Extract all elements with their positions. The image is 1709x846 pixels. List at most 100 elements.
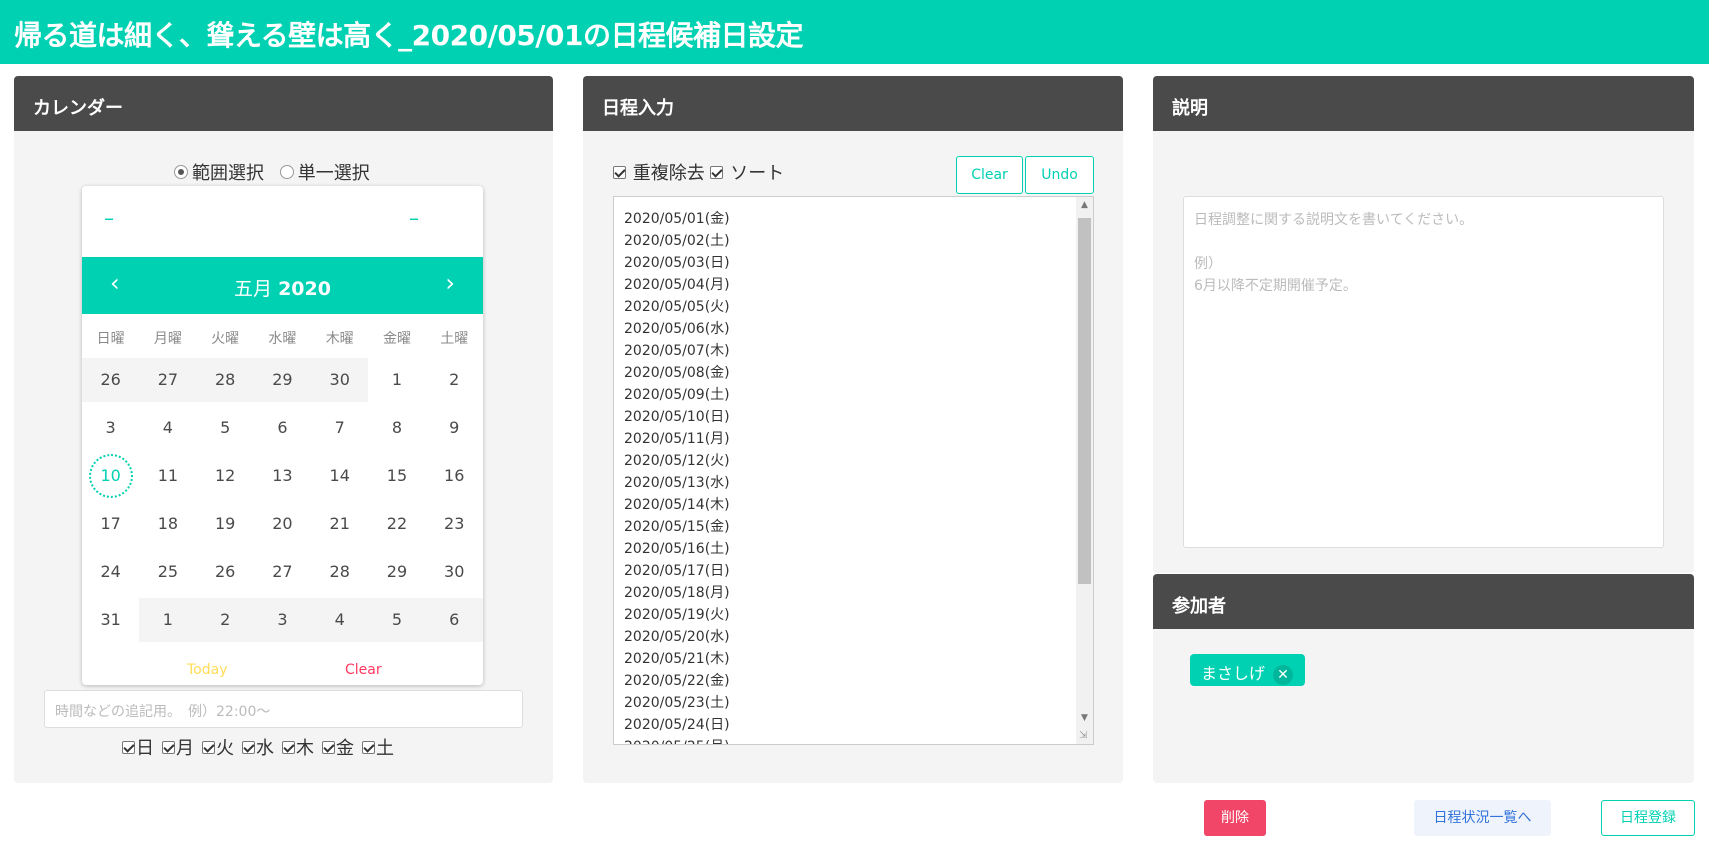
calendar-day[interactable]: 5 xyxy=(368,598,426,642)
date-list-item: 2020/05/24(日) xyxy=(624,717,730,733)
calendar-day[interactable]: 27 xyxy=(254,550,311,594)
weekday-checkbox[interactable] xyxy=(162,740,175,754)
description-textarea[interactable]: 日程調整に関する説明文を書いてください。 例） 6月以降不定期開催予定。 xyxy=(1183,196,1664,548)
range-select-label[interactable]: 範囲選択 xyxy=(192,163,264,184)
date-list-items: 2020/05/01(金) 2020/05/02(土) 2020/05/03(日) 2… xyxy=(624,208,730,744)
weekday-checkbox-label[interactable]: 水 xyxy=(256,738,274,759)
calendar-day[interactable]: 1 xyxy=(368,358,425,402)
calendar-day[interactable]: 2 xyxy=(426,358,483,402)
calendar-day[interactable]: 13 xyxy=(254,454,311,498)
weekday-checkbox-label[interactable]: 金 xyxy=(336,738,354,759)
calendar-day[interactable]: 15 xyxy=(368,454,425,498)
calendar-day[interactable]: 19 xyxy=(197,502,254,546)
calendar-day[interactable]: 2 xyxy=(196,598,254,642)
date-list-item: 2020/05/22(金) xyxy=(624,673,730,689)
calendar-day-today[interactable]: 10 xyxy=(82,454,139,498)
schedule-clear-button[interactable]: Clear xyxy=(956,156,1023,194)
memo-input[interactable]: 時間などの追記用。 例）22:00～ xyxy=(44,690,523,728)
calendar-day[interactable]: 9 xyxy=(426,406,483,450)
calendar-day[interactable]: 31 xyxy=(82,598,139,642)
remove-participant-icon[interactable]: ✕ xyxy=(1273,665,1294,685)
today-button[interactable]: Today xyxy=(187,662,228,678)
calendar-day[interactable]: 22 xyxy=(368,502,425,546)
weekday-checkbox[interactable] xyxy=(122,740,135,754)
description-panel: 説明 日程調整に関する説明文を書いてください。 例） 6月以降不定期開催予定。 xyxy=(1153,76,1694,573)
calendar-day[interactable]: 29 xyxy=(368,550,425,594)
calendar-day[interactable]: 27 xyxy=(139,358,197,402)
sort-checkbox[interactable] xyxy=(710,165,724,179)
calendar-day[interactable]: 3 xyxy=(253,598,312,642)
dedupe-checkbox[interactable] xyxy=(613,165,626,179)
calendar-clear-button[interactable]: Clear xyxy=(345,662,382,678)
delete-button[interactable]: 削除 xyxy=(1204,800,1266,836)
schedule-panel: 日程入力 重複除去 ソート Clear Undo 2020/05/01(金) 20… xyxy=(583,76,1123,783)
dedupe-label[interactable]: 重複除去 xyxy=(633,163,705,184)
calendar-day-number: 26 xyxy=(100,370,121,389)
single-select-label[interactable]: 単一選択 xyxy=(298,163,370,184)
calendar-day[interactable]: 28 xyxy=(311,550,368,594)
scroll-down-icon[interactable]: ▼ xyxy=(1076,710,1093,727)
calendar-day[interactable]: 23 xyxy=(426,502,483,546)
calendar-day[interactable]: 30 xyxy=(426,550,483,594)
calendar-day[interactable]: 25 xyxy=(139,550,196,594)
calendar-day[interactable]: 8 xyxy=(368,406,425,450)
year-label[interactable]: 2020 xyxy=(278,278,331,300)
weekday-checkbox[interactable] xyxy=(322,740,335,754)
range-select-radio[interactable] xyxy=(174,165,188,179)
weekday-checkbox-label[interactable]: 日 xyxy=(136,738,154,759)
calendar-day[interactable]: 18 xyxy=(139,502,196,546)
calendar-day[interactable]: 17 xyxy=(82,502,139,546)
calendar-day[interactable]: 6 xyxy=(254,406,311,450)
register-schedule-button[interactable]: 日程登録 xyxy=(1601,800,1695,836)
date-list-item: 2020/05/03(日) xyxy=(624,255,730,271)
calendar-day[interactable]: 21 xyxy=(311,502,368,546)
sort-label[interactable]: ソート xyxy=(730,163,784,184)
schedule-status-button[interactable]: 日程状況一覧へ xyxy=(1414,800,1551,836)
weekday-checkbox-label[interactable]: 火 xyxy=(216,738,234,759)
calendar-day[interactable]: 26 xyxy=(197,550,254,594)
date-list-textarea[interactable]: 2020/05/01(金) 2020/05/02(土) 2020/05/03(日) 2… xyxy=(613,196,1094,745)
calendar-day[interactable]: 1 xyxy=(139,598,197,642)
scroll-up-icon[interactable]: ▲ xyxy=(1076,197,1093,214)
calendar-day[interactable]: 4 xyxy=(139,406,196,450)
date-list-item: 2020/05/20(水) xyxy=(624,629,730,645)
resize-grip-icon[interactable]: ⇲ xyxy=(1079,730,1091,742)
weekday-checkbox[interactable] xyxy=(282,740,295,754)
weekday-checkbox-label[interactable]: 月 xyxy=(176,738,194,759)
calendar-day-number: 22 xyxy=(386,514,408,533)
calendar-day[interactable]: 6 xyxy=(425,598,483,642)
calendar-day[interactable]: 16 xyxy=(426,454,483,498)
calendar-day[interactable]: 7 xyxy=(311,406,368,450)
calendar-day[interactable]: 11 xyxy=(139,454,196,498)
calendar-day[interactable]: 3 xyxy=(82,406,139,450)
date-list-scrollbar[interactable]: ▲ ▼ xyxy=(1076,197,1093,744)
calendar-day[interactable]: 20 xyxy=(254,502,311,546)
date-list-item: 2020/05/16(土) xyxy=(624,541,730,557)
calendar-day[interactable]: 28 xyxy=(196,358,254,402)
calendar-day-number: 30 xyxy=(444,562,465,581)
scroll-thumb[interactable] xyxy=(1078,218,1091,584)
calendar-day-number: 9 xyxy=(449,418,460,437)
calendar-day-number: 27 xyxy=(272,562,293,581)
calendar-panel-title: カレンダー xyxy=(14,76,553,131)
calendar-day-number: 3 xyxy=(105,418,116,437)
calendar-day[interactable]: 12 xyxy=(197,454,254,498)
weekday-checkbox[interactable] xyxy=(362,740,375,754)
calendar-day-number: 14 xyxy=(329,466,350,485)
next-month-icon[interactable]: › xyxy=(445,269,455,297)
calendar-day[interactable]: 5 xyxy=(197,406,254,450)
weekday-checkbox-label[interactable]: 木 xyxy=(296,738,314,759)
weekday-checkbox[interactable] xyxy=(202,740,215,754)
calendar-day[interactable]: 14 xyxy=(311,454,368,498)
calendar-day[interactable]: 29 xyxy=(253,358,312,402)
calendar-day[interactable]: 4 xyxy=(311,598,369,642)
undo-button[interactable]: Undo xyxy=(1025,156,1094,194)
calendar-day[interactable]: 24 xyxy=(82,550,139,594)
weekday-checkbox[interactable] xyxy=(242,740,255,754)
calendar-day[interactable]: 30 xyxy=(311,358,369,402)
calendar-day[interactable]: 26 xyxy=(82,358,140,402)
weekday-checkbox-label[interactable]: 土 xyxy=(376,738,394,759)
month-label[interactable]: 五月 xyxy=(234,278,272,300)
single-select-radio[interactable] xyxy=(279,165,294,179)
date-list-item: 2020/05/12(火) xyxy=(624,453,730,469)
